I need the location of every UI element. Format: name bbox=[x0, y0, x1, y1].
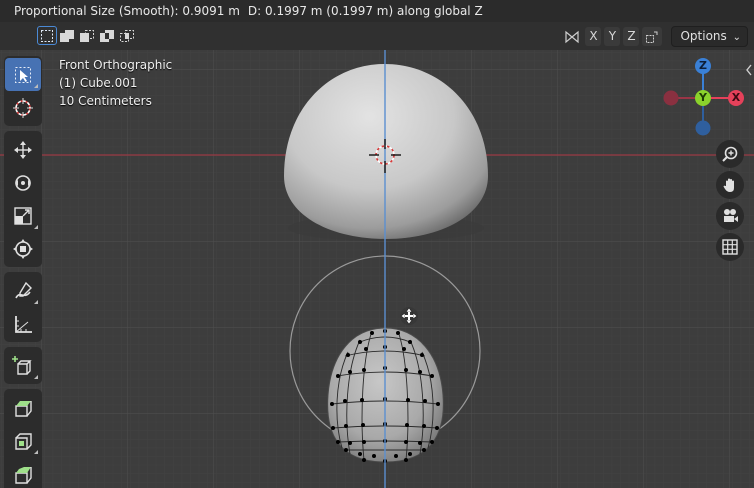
mirror-butterfly-icon[interactable] bbox=[562, 27, 582, 46]
zoom-icon bbox=[722, 146, 738, 162]
tool-group-annotate bbox=[4, 272, 42, 342]
mode-extend-icon[interactable] bbox=[58, 27, 76, 44]
move-cursor-icon bbox=[400, 307, 418, 325]
transform-tool[interactable] bbox=[5, 232, 41, 265]
chevron-down-icon: ⌄ bbox=[732, 32, 741, 43]
view-name: Front Orthographic bbox=[59, 58, 173, 72]
tool-group-add bbox=[4, 347, 42, 384]
distance-readout: D: 0.1997 m (0.1997 m) along global Z bbox=[247, 4, 483, 18]
scale-icon bbox=[14, 206, 32, 225]
measure-icon bbox=[15, 315, 32, 333]
gizmo-x-label: X bbox=[731, 91, 741, 104]
pan-hand-icon bbox=[723, 178, 734, 192]
3d-viewport[interactable]: Front Orthographic (1) Cube.001 10 Centi… bbox=[0, 50, 754, 488]
grid-scale: 10 Centimeters bbox=[59, 94, 152, 108]
mode-set-icon[interactable] bbox=[37, 26, 57, 45]
navigation-buttons bbox=[716, 140, 746, 264]
inset-icon bbox=[15, 432, 32, 450]
scale-tool[interactable] bbox=[5, 199, 41, 232]
extrude-icon bbox=[15, 400, 32, 417]
move-tool[interactable] bbox=[5, 133, 41, 166]
grid-icon bbox=[722, 239, 738, 255]
selection-mode-group bbox=[37, 26, 136, 45]
object-name: (1) Cube.001 bbox=[59, 76, 138, 90]
move-icon bbox=[14, 140, 32, 159]
bevel-icon bbox=[15, 466, 32, 484]
extrude-tool[interactable] bbox=[5, 391, 41, 424]
gizmo-z-label: Z bbox=[699, 59, 707, 72]
annotate-tool[interactable] bbox=[5, 274, 41, 307]
mode-intersect-icon[interactable] bbox=[118, 27, 136, 44]
rotate-tool[interactable] bbox=[5, 166, 41, 199]
cursor-tool[interactable] bbox=[5, 91, 41, 124]
navigation-gizmo[interactable]: Z Y X bbox=[660, 54, 750, 140]
bevel-tool[interactable] bbox=[5, 457, 41, 488]
axis-x-toggle[interactable]: X bbox=[585, 27, 602, 46]
rotate-icon bbox=[15, 174, 31, 191]
options-dropdown[interactable]: Options ⌄ bbox=[671, 26, 748, 47]
zoom-button[interactable] bbox=[716, 140, 744, 168]
select-box-tool[interactable] bbox=[5, 58, 41, 91]
status-bar: Proportional Size (Smooth): 0.9091 m D: 0… bbox=[0, 0, 754, 22]
viewport-scene bbox=[0, 50, 754, 488]
tool-group-mesh bbox=[4, 389, 42, 488]
gizmo-y-label: Y bbox=[699, 91, 707, 104]
gizmo-neg-x bbox=[663, 90, 679, 106]
tool-group-transform bbox=[4, 131, 42, 267]
pan-button[interactable] bbox=[716, 171, 744, 199]
axis-y-toggle[interactable]: Y bbox=[604, 27, 621, 46]
options-label: Options bbox=[680, 29, 727, 43]
camera-view-button[interactable] bbox=[716, 202, 744, 230]
ortho-toggle-button[interactable] bbox=[716, 233, 744, 261]
add-cube-icon bbox=[12, 355, 32, 375]
gizmo-neg-z bbox=[695, 120, 711, 136]
axis-z-toggle[interactable]: Z bbox=[623, 27, 640, 46]
measure-tool[interactable] bbox=[5, 307, 41, 340]
mode-difference-icon[interactable] bbox=[98, 27, 116, 44]
proportional-size-readout: Proportional Size (Smooth): 0.9091 m bbox=[14, 4, 240, 18]
mode-subtract-icon[interactable] bbox=[78, 27, 96, 44]
header-right-group: X Y Z Options ⌄ bbox=[562, 26, 748, 47]
cursor-icon bbox=[13, 97, 33, 118]
snap-icon[interactable] bbox=[642, 27, 663, 46]
select-box-icon bbox=[15, 66, 31, 83]
transform-icon bbox=[13, 238, 33, 259]
inset-tool[interactable] bbox=[5, 424, 41, 457]
viewport-header: X Y Z Options ⌄ bbox=[0, 22, 754, 50]
viewport-info: Front Orthographic (1) Cube.001 10 Centi… bbox=[59, 56, 172, 110]
tool-shelf bbox=[4, 56, 42, 488]
camera-icon bbox=[724, 209, 738, 222]
annotate-icon bbox=[15, 281, 32, 298]
tool-group-select bbox=[4, 56, 42, 126]
add-cube-tool[interactable] bbox=[5, 349, 41, 382]
